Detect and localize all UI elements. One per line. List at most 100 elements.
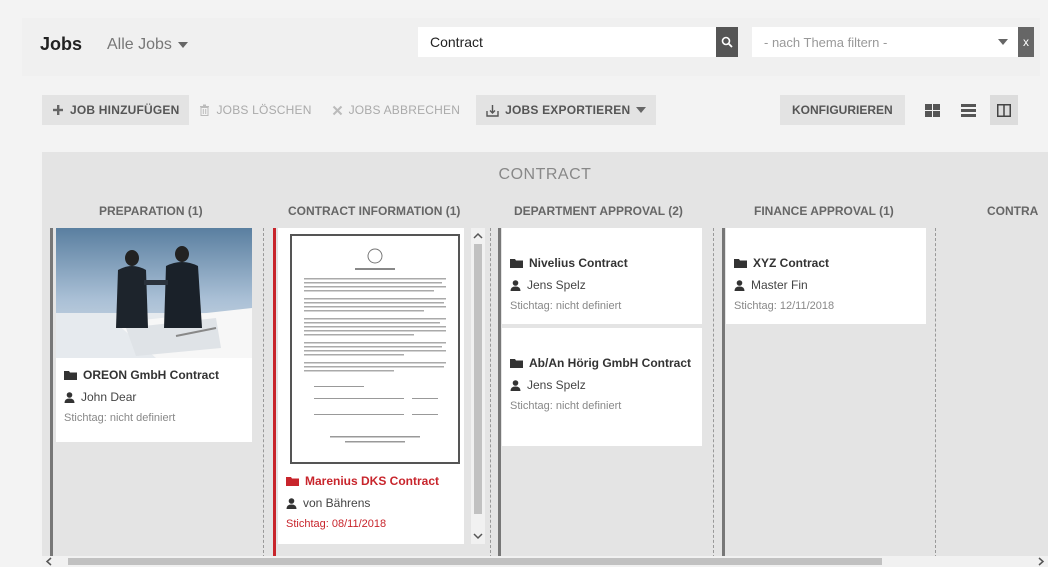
filter-clear-button[interactable]: x [1018, 27, 1034, 57]
folder-icon [64, 371, 77, 380]
cancel-jobs-button[interactable]: JOBS ABBRECHEN [322, 95, 471, 125]
lane-marker [722, 228, 725, 558]
card-title-text: XYZ Contract [753, 256, 830, 270]
card-assignee-name: John Dear [81, 390, 137, 404]
configure-button[interactable]: KONFIGURIEREN [780, 95, 905, 125]
column-header-department-approval: DEPARTMENT APPROVAL (2) [514, 204, 683, 218]
card-assignee: Master Fin [734, 278, 918, 292]
lane-marker-active [273, 228, 276, 558]
search-input[interactable] [418, 27, 716, 57]
job-card-nivelius[interactable]: Nivelius Contract Jens Spelz Stichtag: n… [502, 228, 702, 324]
board-horizontal-scrollbar[interactable] [42, 556, 1048, 567]
lane-divider [935, 228, 936, 558]
kanban-board: CONTRACT PREPARATION (1) CONTRACT INFORM… [42, 152, 1048, 567]
page-title: Jobs [40, 34, 83, 54]
lane-divider [263, 228, 264, 558]
user-icon [64, 391, 75, 403]
grid-view-button[interactable] [918, 95, 946, 125]
card-due-date: Stichtag: 12/11/2018 [734, 300, 835, 312]
header-bar: Jobs Alle Jobs - nach Thema filtern - x [22, 18, 1040, 76]
columns-icon [997, 103, 1011, 117]
topic-filter-select[interactable]: - nach Thema filtern - [752, 27, 1018, 57]
list-view-button[interactable] [954, 95, 982, 125]
scroll-right-icon [1038, 557, 1045, 566]
scrollbar-thumb[interactable] [474, 244, 482, 514]
chevron-down-icon [998, 39, 1008, 45]
card-assignee-name: von Bährens [303, 496, 371, 510]
card-assignee-name: Jens Spelz [527, 278, 586, 292]
job-card-oreon[interactable]: OREON GmbH Contract John Dear Stichtag: … [56, 228, 252, 442]
export-icon [486, 104, 499, 117]
folder-icon [286, 477, 299, 486]
card-title: Nivelius Contract [510, 256, 694, 270]
folder-icon [510, 359, 523, 368]
search-button[interactable] [716, 27, 738, 57]
job-card-ab-an-horig[interactable]: Ab/An Hörig GmbH Contract Jens Spelz Sti… [502, 328, 702, 446]
cancel-jobs-label: JOBS ABBRECHEN [348, 103, 461, 117]
lane-scrollbar[interactable] [471, 228, 485, 544]
export-jobs-button[interactable]: JOBS EXPORTIEREN [476, 95, 657, 125]
card-due-date: Stichtag: nicht definiert [510, 400, 622, 412]
job-card-xyz[interactable]: XYZ Contract Master Fin Stichtag: 12/11/… [726, 228, 926, 324]
plus-icon [53, 105, 63, 115]
list-icon [960, 103, 976, 117]
card-title-text: Ab/An Hörig GmbH Contract [529, 356, 691, 370]
view-selector[interactable]: Alle Jobs [107, 36, 188, 54]
document-preview-lines [304, 248, 446, 443]
delete-jobs-label: JOBS LÖSCHEN [216, 103, 312, 117]
card-body: XYZ Contract Master Fin Stichtag: 12/11/… [726, 228, 926, 322]
card-assignee: John Dear [64, 390, 244, 404]
card-title: Marenius DKS Contract [286, 474, 456, 488]
column-header-contract-information: CONTRACT INFORMATION (1) [288, 204, 461, 218]
add-job-label: JOB HINZUFÜGEN [70, 103, 180, 117]
card-body: Marenius DKS Contract von Bährens Sticht… [278, 464, 464, 540]
card-title-text: Nivelius Contract [529, 256, 628, 270]
column-header-preparation: PREPARATION (1) [99, 204, 203, 218]
topic-filter: - nach Thema filtern - x [752, 27, 1034, 57]
card-due-date: Stichtag: 08/11/2018 [286, 518, 387, 530]
delete-jobs-button[interactable]: JOBS LÖSCHEN [189, 95, 321, 125]
card-title: Ab/An Hörig GmbH Contract [510, 356, 694, 370]
topic-filter-placeholder: - nach Thema filtern - [764, 34, 888, 50]
scroll-left-icon [45, 557, 52, 566]
kanban-view-button[interactable] [990, 95, 1018, 125]
column-header-contract-next: CONTRA [987, 204, 1039, 218]
board-title: CONTRACT [498, 166, 592, 183]
card-due-date: Stichtag: nicht definiert [510, 300, 622, 312]
folder-icon [734, 259, 747, 268]
user-icon [734, 279, 745, 291]
card-assignee-name: Jens Spelz [527, 378, 586, 392]
card-body: OREON GmbH Contract John Dear Stichtag: … [56, 358, 252, 434]
app-window: Jobs Alle Jobs - nach Thema filtern - x … [0, 0, 1048, 567]
add-job-button[interactable]: JOB HINZUFÜGEN [42, 95, 190, 125]
handshake-photo [56, 246, 252, 358]
search-icon [721, 36, 733, 48]
scrollbar-thumb[interactable] [68, 558, 882, 565]
card-title: XYZ Contract [734, 256, 918, 270]
grid-icon [924, 103, 940, 117]
column-header-finance-approval: FINANCE APPROVAL (1) [754, 204, 894, 218]
card-assignee: Jens Spelz [510, 278, 694, 292]
card-assignee-name: Master Fin [751, 278, 808, 292]
export-jobs-label: JOBS EXPORTIEREN [505, 103, 631, 117]
card-body: Ab/An Hörig GmbH Contract Jens Spelz Sti… [502, 328, 702, 422]
lane-divider [490, 228, 491, 558]
trash-icon [200, 104, 210, 116]
toolbar: JOB HINZUFÜGEN JOBS LÖSCHEN JOBS ABBRECH… [42, 95, 657, 125]
chevron-down-icon [177, 42, 188, 48]
close-icon [332, 105, 342, 115]
scroll-up-icon [473, 232, 483, 239]
scroll-down-icon [473, 533, 483, 540]
lane-divider [713, 228, 714, 558]
card-title: OREON GmbH Contract [64, 368, 244, 382]
chevron-down-icon [636, 107, 647, 113]
user-icon [510, 379, 521, 391]
card-title-text: Marenius DKS Contract [305, 474, 440, 488]
folder-icon [510, 259, 523, 268]
job-card-marenius[interactable]: Marenius DKS Contract von Bährens Sticht… [278, 228, 464, 544]
card-assignee: Jens Spelz [510, 378, 694, 392]
user-icon [510, 279, 521, 291]
card-due-date: Stichtag: nicht definiert [64, 412, 176, 424]
lane-marker [498, 228, 501, 558]
search-box [418, 27, 740, 57]
